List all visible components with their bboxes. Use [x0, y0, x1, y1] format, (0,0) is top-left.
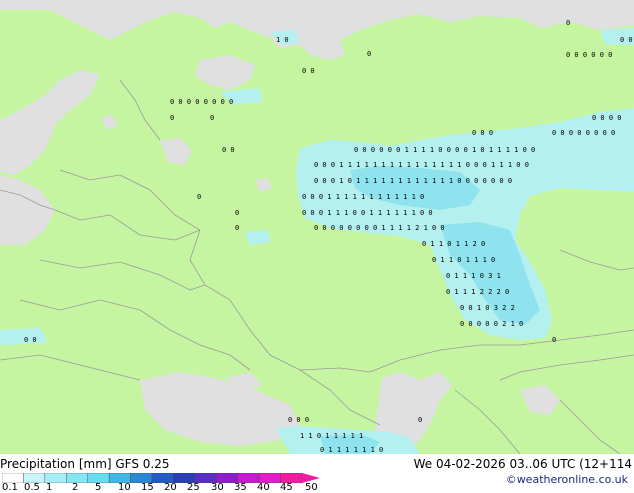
- map-canvas: 1 0 0 0 0 0 0 0 0 0 0 0 0 0 0 0 0 0 0 0 …: [0, 0, 634, 455]
- svg-text:0 1 1 0 1 1 1 0: 0 1 1 0 1 1 1 0: [432, 256, 495, 264]
- svg-text:0 0 0: 0 0 0: [472, 129, 493, 137]
- svg-text:0 0: 0 0: [24, 336, 37, 344]
- scale-tick-label: 30: [211, 482, 224, 493]
- svg-text:0 0 0 0: 0 0 0 0: [592, 114, 622, 122]
- scale-tick-label: 5: [95, 482, 102, 493]
- svg-text:0: 0: [235, 224, 239, 232]
- svg-text:1 1 0 1 1 1 1 1: 1 1 0 1 1 1 1 1: [300, 432, 363, 440]
- scale-tick-label: 45: [280, 482, 293, 493]
- scale-tick-label: 1: [46, 482, 53, 493]
- svg-text:0 0 0 1 0 1 1 1 1 1 1 1 1 1 1: 0 0 0 1 0 1 1 1 1 1 1 1 1 1 1 1 1 0 0 0 …: [314, 177, 512, 185]
- svg-text:0 0 0 0 0 0: 0 0 0 0 0 0: [566, 51, 612, 59]
- svg-text:0: 0: [367, 50, 371, 58]
- scale-tick-label: 2: [72, 482, 79, 493]
- svg-text:0: 0: [170, 114, 174, 122]
- svg-text:0: 0: [210, 114, 214, 122]
- svg-text:0 0 0 0 0 0 1 1 1 1 0 0 0 0 1: 0 0 0 0 0 0 1 1 1 1 0 0 0 0 1 0 1 1 1 1 …: [354, 146, 535, 154]
- svg-text:0: 0: [566, 19, 570, 27]
- scale-tick-label: 25: [187, 482, 200, 493]
- map-title: Precipitation [mm] GFS 0.25: [0, 457, 170, 471]
- svg-text:0 0: 0 0: [620, 36, 633, 44]
- svg-text:0 1 1 1 0 3 1: 0 1 1 1 0 3 1: [446, 272, 501, 280]
- credit-link[interactable]: ©weatheronline.co.uk: [506, 473, 628, 487]
- svg-text:0 0 1 0 3 2 2: 0 0 1 0 3 2 2: [460, 304, 515, 312]
- scale-tick-label: 0.1: [2, 482, 18, 493]
- svg-text:0 0: 0 0: [222, 146, 235, 154]
- scale-tick-label: 0.5: [24, 482, 40, 493]
- svg-text:0: 0: [197, 193, 201, 201]
- svg-text:0: 0: [552, 336, 556, 344]
- scale-tick-label: 35: [234, 482, 247, 493]
- svg-text:0 1 1 1 2 2 2 0: 0 1 1 1 2 2 2 0: [446, 288, 509, 296]
- svg-text:0 0 0 1 1 1 1 1 1 1 1 1 1 1 1: 0 0 0 1 1 1 1 1 1 1 1 1 1 1 1 1 1 1 0 0 …: [314, 161, 529, 169]
- scale-tick-label: 15: [141, 482, 154, 493]
- scale-tick-label: 20: [164, 482, 177, 493]
- scale-tick-label: 50: [305, 482, 318, 493]
- svg-text:0 0 0 0 0 0 0 0: 0 0 0 0 0 0 0 0: [552, 129, 615, 137]
- svg-text:0 0 0: 0 0 0: [288, 416, 309, 424]
- svg-text:0 0 0 0 0 0 0 0 1 1 1 1 2 1 0: 0 0 0 0 0 0 0 0 1 1 1 1 2 1 0 0: [314, 224, 445, 232]
- svg-text:0 1 1 0 1 1 2 0: 0 1 1 0 1 1 2 0: [422, 240, 485, 248]
- svg-text:0 0: 0 0: [302, 67, 315, 75]
- scale-tick-label: 40: [257, 482, 270, 493]
- map-footer: Precipitation [mm] GFS 0.25 We 04-02-202…: [0, 454, 634, 493]
- svg-text:1 0: 1 0: [276, 36, 289, 44]
- svg-text:0 0 0 0 0 0 0 0: 0 0 0 0 0 0 0 0: [170, 98, 233, 106]
- svg-text:0 1 1 1 1 1 1 0: 0 1 1 1 1 1 1 0: [320, 446, 383, 454]
- svg-text:0 0 0 1 1 1 0 0 1 1 1 1 1 1 0: 0 0 0 1 1 1 0 0 1 1 1 1 1 1 0 0: [302, 209, 433, 217]
- svg-text:0 0 0 1 1 1 1 1 1 1 1 1 1 1 0: 0 0 0 1 1 1 1 1 1 1 1 1 1 1 0: [302, 193, 424, 201]
- valid-time: We 04-02-2026 03..06 UTC (12+114: [413, 457, 632, 471]
- scale-tick-label: 10: [118, 482, 131, 493]
- svg-text:0: 0: [235, 209, 239, 217]
- svg-text:0 0 0 0 0 2 1 0: 0 0 0 0 0 2 1 0: [460, 320, 523, 328]
- precipitation-map[interactable]: 1 0 0 0 0 0 0 0 0 0 0 0 0 0 0 0 0 0 0 0 …: [0, 0, 634, 455]
- svg-text:0: 0: [418, 416, 422, 424]
